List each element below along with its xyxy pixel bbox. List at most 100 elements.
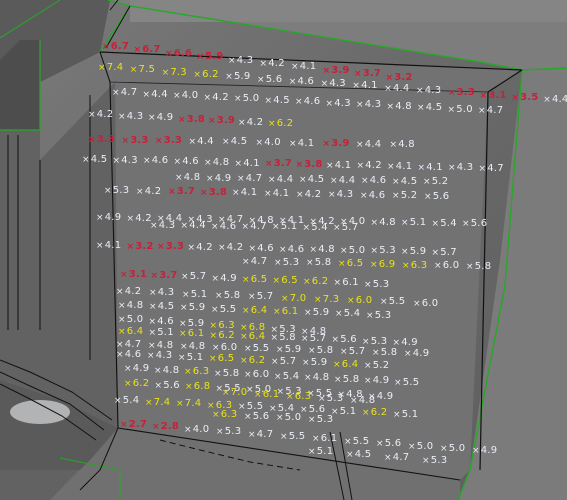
point-marker-icon: ×: [274, 371, 282, 382]
point-marker-icon: ×: [161, 67, 170, 78]
elevation-value: 7.4: [184, 398, 202, 409]
point-marker-icon: ×: [179, 329, 187, 340]
elevation-label: ×5.8: [271, 333, 296, 344]
elevation-label: ×5.4: [432, 218, 457, 229]
elevation-value: 5.6: [384, 438, 402, 450]
elevation-label: ×4.5: [417, 103, 442, 114]
elevation-label: ×4.8: [118, 301, 143, 312]
point-marker-icon: ×: [218, 243, 226, 254]
point-marker-icon: ×: [203, 92, 212, 103]
elevation-label: ×4.1: [96, 241, 121, 252]
elevation-label: ×4.6: [174, 157, 199, 168]
elevation-value: 5.6: [432, 191, 450, 202]
elevation-label: ×6.3: [286, 392, 311, 403]
elevation-label: ×3.3: [88, 135, 115, 146]
point-marker-icon: ×: [356, 100, 364, 110]
point-marker-icon: ×: [448, 163, 456, 174]
elevation-label: ×4.7: [479, 164, 504, 175]
elevation-label: ×4.3: [228, 55, 253, 66]
point-marker-icon: ×: [366, 310, 374, 321]
elevation-value: 4.4: [189, 220, 206, 232]
point-marker-icon: ×: [150, 221, 158, 231]
elevation-label: ×4.0: [184, 424, 209, 435]
elevation-value: 5.0: [284, 412, 302, 423]
point-marker-icon: ×: [264, 189, 272, 199]
point-marker-icon: ×: [268, 174, 276, 185]
elevation-label: ×6.3: [184, 367, 209, 378]
elevation-label: ×7.0: [222, 388, 247, 399]
elevation-label: ×4.7: [384, 453, 409, 464]
elevation-label: ×6.2: [268, 119, 293, 130]
elevation-label: ×5.7: [340, 347, 365, 358]
elevation-label: ×6.6: [165, 48, 192, 59]
elevation-label: ×6.1: [179, 329, 204, 340]
elevation-label: ×5.6: [244, 410, 270, 422]
elevation-value: 4.1: [426, 161, 443, 173]
elevation-value: 5.9: [233, 71, 251, 83]
elevation-value: 4.8: [312, 372, 330, 383]
elevation-label: ×4.7: [242, 257, 267, 268]
elevation-value: 4.5: [230, 136, 248, 148]
point-marker-icon: ×: [182, 289, 190, 300]
elevation-label: ×6.4: [333, 359, 358, 370]
elevation-value: 5.9: [409, 246, 427, 257]
point-marker-icon: ×: [259, 59, 268, 69]
elevation-value: 3.8: [304, 158, 323, 170]
point-marker-icon: ×: [269, 403, 277, 414]
elevation-label: ×4.3: [321, 79, 346, 90]
elevation-label: ×3.8: [296, 158, 323, 170]
elevation-value: 4.9: [220, 272, 237, 284]
elevation-value: 6.8: [193, 381, 211, 393]
elevation-label: ×4.6: [116, 350, 141, 361]
point-marker-icon: ×: [401, 218, 409, 228]
elevation-label: ×5.3: [371, 246, 396, 257]
elevation-label: ×7.3: [161, 67, 187, 78]
point-marker-icon: ×: [392, 176, 400, 187]
elevation-value: 5.9: [188, 302, 206, 314]
point-marker-icon: ×: [281, 293, 289, 304]
elevation-value: 4.3: [424, 85, 442, 96]
elevation-label: ×4.7: [248, 429, 273, 440]
elevation-value: 4.8: [379, 216, 396, 228]
elevation-value: 4.6: [151, 155, 169, 167]
point-marker-icon: ×: [295, 97, 303, 107]
elevation-value: 5.9: [312, 307, 330, 319]
point-marker-icon: ×: [309, 245, 318, 256]
point-marker-icon: ×: [272, 276, 281, 286]
elevation-value: 3.9: [331, 138, 350, 150]
elevation-label: ×6.1: [312, 434, 337, 445]
elevation-value: 5.6: [252, 410, 270, 422]
point-marker-icon: ×: [340, 347, 348, 357]
point-marker-icon: ×: [273, 307, 281, 317]
point-marker-icon: ×: [242, 257, 250, 267]
elevation-label: ×3.7: [354, 68, 382, 80]
elevation-label: ×6.7: [134, 45, 161, 56]
point-marker-icon: ×: [240, 331, 248, 342]
point-marker-icon: ×: [254, 390, 262, 400]
point-marker-icon: ×: [314, 294, 322, 305]
elevation-value: 2.8: [160, 421, 180, 433]
point-marker-icon: ×: [416, 86, 424, 96]
elevation-label: ×4.0: [256, 138, 281, 149]
point-marker-icon: ×: [466, 261, 474, 272]
point-marker-icon: ×: [333, 278, 342, 289]
point-marker-icon: ×: [148, 113, 156, 123]
point-marker-icon: ×: [150, 271, 159, 282]
point-marker-icon: ×: [88, 110, 96, 120]
elevation-value: 5.1: [401, 408, 419, 420]
elevation-value: 3.7: [362, 68, 382, 80]
elevation-label: ×4.6: [211, 221, 236, 232]
elevation-label: ×6.3: [402, 260, 427, 271]
elevation-label: ×4.1: [352, 81, 377, 92]
elevation-value: 5.6: [340, 334, 357, 346]
elevation-label: ×3.9: [208, 116, 235, 127]
point-marker-icon: ×: [148, 317, 157, 327]
point-marker-icon: ×: [96, 213, 104, 223]
point-marker-icon: ×: [118, 315, 126, 325]
elevation-label: ×6.4: [240, 331, 265, 342]
elevation-value: 3.9: [331, 64, 350, 76]
elevation-value: 4.2: [196, 241, 213, 253]
point-marker-icon: ×: [157, 242, 165, 253]
point-marker-icon: ×: [325, 98, 334, 109]
terrain-3d-viewport[interactable]: ×6.7 ×6.7 ×6.6 ×5.9 ×4.3 ×4.2 ×4.1 ×3.9 ×3.7 ×3.2…: [0, 0, 567, 500]
